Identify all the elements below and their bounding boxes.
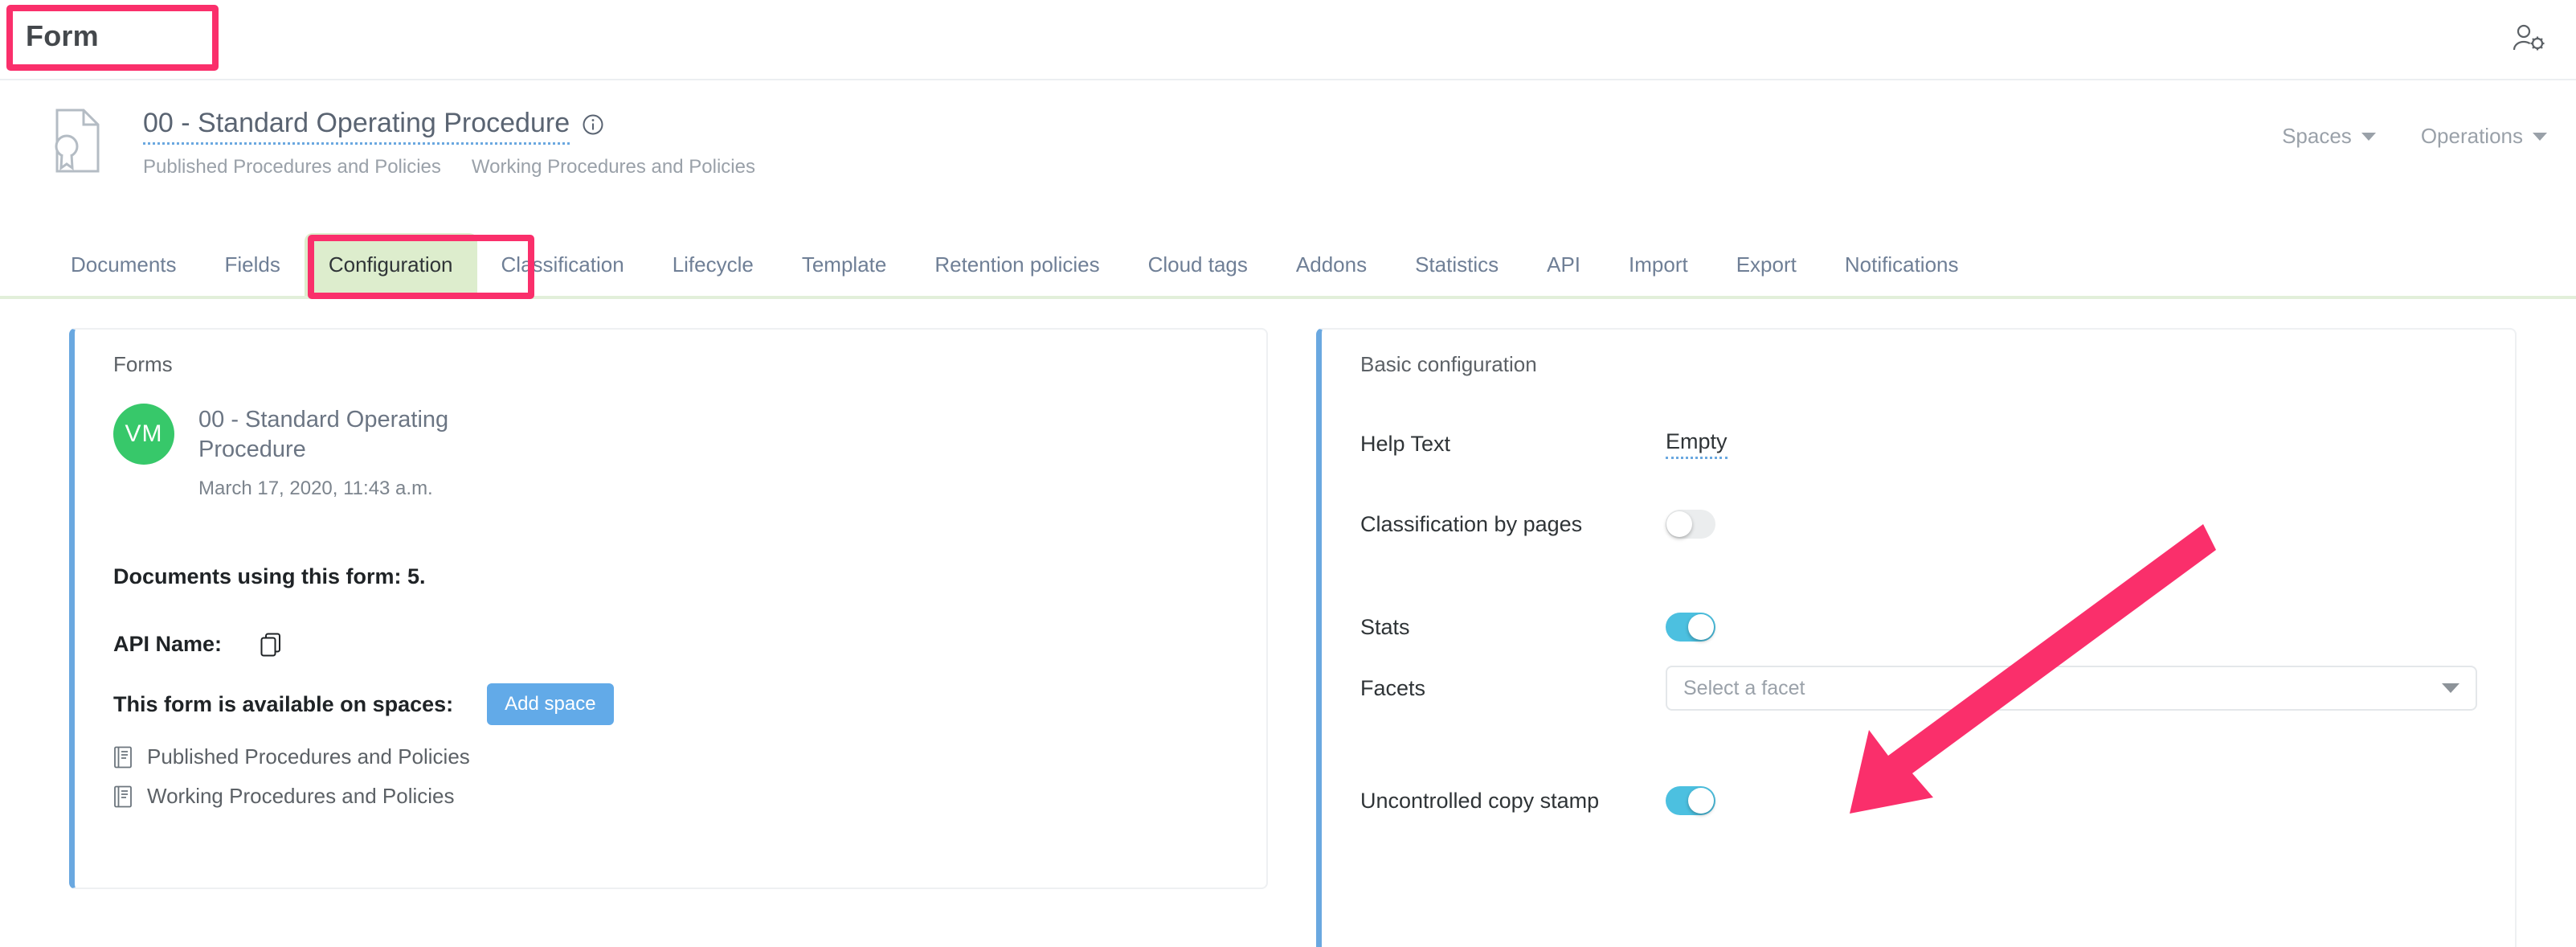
tab-import[interactable]: Import [1605, 233, 1712, 296]
header-menus: Spaces Operations [2282, 124, 2547, 149]
form-configuration-page: Form 00 - Standard Operating Procedure [0, 0, 2576, 947]
facet-select[interactable]: Select a facet [1666, 666, 2477, 711]
api-name-row: API Name: [113, 632, 281, 657]
spaces-dropdown[interactable]: Spaces [2282, 124, 2376, 149]
stats-label: Stats [1360, 615, 1666, 640]
book-icon [113, 785, 133, 808]
toggle-knob [1688, 614, 1714, 640]
form-date: March 17, 2020, 11:43 a.m. [198, 478, 536, 500]
form-name: 00 - Standard Operating Procedure [198, 405, 536, 465]
tab-lifecycle[interactable]: Lifecycle [648, 233, 778, 296]
facets-label: Facets [1360, 676, 1666, 701]
tab-template[interactable]: Template [778, 233, 911, 296]
chevron-down-icon [2533, 133, 2547, 141]
uncontrolled-copy-stamp-label: Uncontrolled copy stamp [1360, 789, 1666, 814]
help-text-label: Help Text [1360, 432, 1666, 457]
tab-classification[interactable]: Classification [477, 233, 648, 296]
classification-by-pages-label: Classification by pages [1360, 512, 1666, 537]
operations-dropdown-label: Operations [2421, 124, 2523, 149]
tab-api[interactable]: API [1523, 233, 1605, 296]
breadcrumb: Published Procedures and Policies Workin… [143, 156, 755, 178]
spaces-availability-row: This form is available on spaces: Add sp… [113, 683, 614, 725]
facets-row: Facets Select a facet [1360, 666, 2477, 711]
tab-export[interactable]: Export [1712, 233, 1821, 296]
stats-toggle[interactable] [1666, 613, 1715, 642]
tab-notifications[interactable]: Notifications [1821, 233, 1983, 296]
document-title-row[interactable]: 00 - Standard Operating Procedure [143, 108, 603, 145]
tab-addons[interactable]: Addons [1272, 233, 1391, 296]
toggle-knob [1666, 511, 1692, 537]
uncontrolled-copy-stamp-row: Uncontrolled copy stamp [1360, 786, 2477, 815]
facet-select-placeholder: Select a facet [1683, 677, 1805, 700]
user-gear-icon[interactable] [2510, 21, 2547, 55]
space-label: Working Procedures and Policies [147, 784, 454, 809]
list-item[interactable]: Working Procedures and Policies [113, 784, 470, 809]
forms-card: Forms VM 00 - Standard Operating Procedu… [69, 328, 1268, 889]
chevron-down-icon [2361, 133, 2376, 141]
basic-configuration-card: Basic configuration Help Text Empty Clas… [1316, 328, 2517, 947]
help-text-row: Help Text Empty [1360, 429, 2477, 459]
document-title[interactable]: 00 - Standard Operating Procedure [143, 108, 570, 145]
documents-using-count: Documents using this form: 5. [113, 564, 426, 589]
space-list: Published Procedures and Policies Workin… [113, 744, 470, 823]
page-title: Form [26, 19, 99, 53]
help-text-value-link[interactable]: Empty [1666, 429, 1728, 459]
api-name-label: API Name: [113, 632, 222, 657]
forms-card-title: Forms [113, 352, 173, 377]
stats-row: Stats [1360, 613, 2477, 642]
space-label: Published Procedures and Policies [147, 744, 470, 769]
basic-configuration-title: Basic configuration [1360, 352, 1537, 377]
breadcrumb-item-0[interactable]: Published Procedures and Policies [143, 156, 441, 178]
spaces-dropdown-label: Spaces [2282, 124, 2352, 149]
form-summary: VM 00 - Standard Operating Procedure Mar… [113, 404, 536, 500]
spaces-availability-label: This form is available on spaces: [113, 692, 453, 717]
tab-cloud-tags[interactable]: Cloud tags [1124, 233, 1272, 296]
document-seal-icon [47, 108, 104, 174]
add-space-button[interactable]: Add space [487, 683, 613, 725]
classification-by-pages-toggle[interactable] [1666, 510, 1715, 539]
tab-list: Documents Fields Configuration Classific… [47, 233, 1983, 296]
toggle-knob [1688, 788, 1714, 814]
chevron-down-icon [2442, 683, 2459, 693]
list-item[interactable]: Published Procedures and Policies [113, 744, 470, 769]
breadcrumb-item-1[interactable]: Working Procedures and Policies [472, 156, 755, 178]
avatar: VM [113, 404, 174, 465]
top-bar: Form [0, 0, 2576, 80]
document-header: 00 - Standard Operating Procedure Publis… [0, 82, 2576, 220]
tab-documents[interactable]: Documents [47, 233, 201, 296]
tab-configuration[interactable]: Configuration [305, 233, 477, 296]
info-icon[interactable] [583, 114, 603, 135]
tab-statistics[interactable]: Statistics [1391, 233, 1523, 296]
operations-dropdown[interactable]: Operations [2421, 124, 2547, 149]
copy-icon[interactable] [260, 633, 281, 657]
tab-fields[interactable]: Fields [201, 233, 305, 296]
tab-retention-policies[interactable]: Retention policies [910, 233, 1123, 296]
book-icon [113, 746, 133, 769]
uncontrolled-copy-stamp-toggle[interactable] [1666, 786, 1715, 815]
form-meta: 00 - Standard Operating Procedure March … [198, 404, 536, 500]
tab-bar: Documents Fields Configuration Classific… [0, 233, 2576, 299]
classification-by-pages-row: Classification by pages [1360, 510, 2477, 539]
